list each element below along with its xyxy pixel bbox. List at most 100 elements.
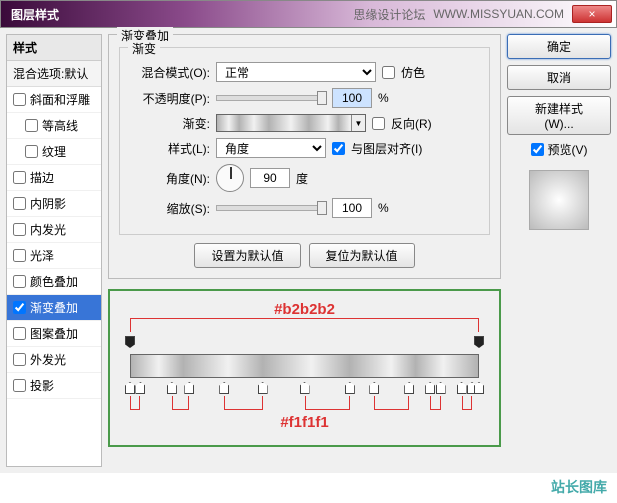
style-checkbox[interactable] xyxy=(13,93,26,106)
scale-slider[interactable] xyxy=(216,205,326,211)
scale-row: 缩放(S): % xyxy=(130,198,479,218)
style-label: 颜色叠加 xyxy=(30,273,78,290)
style-checkbox[interactable] xyxy=(13,379,26,392)
scale-label: 缩放(S): xyxy=(130,200,210,217)
angle-dial[interactable] xyxy=(216,164,244,192)
close-button[interactable]: × xyxy=(572,5,612,23)
style-item-图案叠加[interactable]: 图案叠加 xyxy=(7,321,101,347)
dither-checkbox[interactable] xyxy=(382,66,395,79)
bottom-color-label: #f1f1f1 xyxy=(124,414,485,431)
color-stop[interactable] xyxy=(369,382,379,394)
style-label: 图案叠加 xyxy=(30,325,78,342)
color-stop[interactable] xyxy=(125,382,135,394)
style-label: 内阴影 xyxy=(30,195,66,212)
style-item-颜色叠加[interactable]: 颜色叠加 xyxy=(7,269,101,295)
style-label: 投影 xyxy=(30,377,54,394)
blend-mode-select[interactable]: 正常 xyxy=(216,62,376,82)
style-checkbox[interactable] xyxy=(13,353,26,366)
style-item-外发光[interactable]: 外发光 xyxy=(7,347,101,373)
style-checkbox[interactable] xyxy=(25,145,38,158)
style-item-渐变叠加[interactable]: 渐变叠加 xyxy=(7,295,101,321)
color-stop[interactable] xyxy=(457,382,467,394)
preview-row: 预览(V) xyxy=(507,141,611,158)
styles-header[interactable]: 样式 xyxy=(7,35,101,61)
gradient-subgroup: 渐变 混合模式(O): 正常 仿色 不透明度(P): % 渐变: ▼ xyxy=(119,47,490,235)
color-stop[interactable] xyxy=(345,382,355,394)
color-stop[interactable] xyxy=(436,382,446,394)
color-stop[interactable] xyxy=(219,382,229,394)
style-item-纹理[interactable]: 纹理 xyxy=(7,139,101,165)
angle-label: 角度(N): xyxy=(130,170,210,187)
blend-options-header[interactable]: 混合选项:默认 xyxy=(7,61,101,87)
opacity-input[interactable] xyxy=(332,88,372,108)
window-title: 图层样式 xyxy=(5,6,59,23)
color-stop[interactable] xyxy=(300,382,310,394)
reverse-label: 反向(R) xyxy=(391,115,432,132)
opacity-stop[interactable] xyxy=(474,336,484,348)
gradient-picker[interactable]: ▼ xyxy=(216,114,366,132)
opacity-slider[interactable] xyxy=(216,95,326,101)
style-checkbox[interactable] xyxy=(13,275,26,288)
style-checkbox[interactable] xyxy=(13,171,26,184)
preview-checkbox[interactable] xyxy=(531,143,544,156)
align-label: 与图层对齐(I) xyxy=(351,140,422,157)
align-checkbox[interactable] xyxy=(332,142,345,155)
title-bar: 图层样式 思缘设计论坛 WWW.MISSYUAN.COM × xyxy=(0,0,617,28)
chevron-down-icon[interactable]: ▼ xyxy=(351,115,365,131)
blend-mode-row: 混合模式(O): 正常 仿色 xyxy=(130,62,479,82)
style-label: 纹理 xyxy=(42,143,66,160)
style-item-斜面和浮雕[interactable]: 斜面和浮雕 xyxy=(7,87,101,113)
color-stop[interactable] xyxy=(135,382,145,394)
style-item-等高线[interactable]: 等高线 xyxy=(7,113,101,139)
style-select[interactable]: 角度 xyxy=(216,138,326,158)
opacity-stop[interactable] xyxy=(125,336,135,348)
style-checkbox[interactable] xyxy=(13,249,26,262)
style-checkbox[interactable] xyxy=(13,301,26,314)
angle-input[interactable] xyxy=(250,168,290,188)
style-item-内发光[interactable]: 内发光 xyxy=(7,217,101,243)
right-buttons: 确定 取消 新建样式(W)... 预览(V) xyxy=(507,34,611,467)
color-stop[interactable] xyxy=(258,382,268,394)
color-stop[interactable] xyxy=(474,382,484,394)
style-item-光泽[interactable]: 光泽 xyxy=(7,243,101,269)
pct-label-2: % xyxy=(378,201,389,215)
color-stop[interactable] xyxy=(404,382,414,394)
styles-list: 样式 混合选项:默认 斜面和浮雕等高线纹理描边内阴影内发光光泽颜色叠加渐变叠加图… xyxy=(6,34,102,467)
opacity-row: 不透明度(P): % xyxy=(130,88,479,108)
preview-label: 预览(V) xyxy=(548,141,588,158)
make-default-button[interactable]: 设置为默认值 xyxy=(194,243,300,268)
color-stop[interactable] xyxy=(425,382,435,394)
style-label: 内发光 xyxy=(30,221,66,238)
angle-row: 角度(N): 度 xyxy=(130,164,479,192)
color-stop[interactable] xyxy=(167,382,177,394)
blend-mode-label: 混合模式(O): xyxy=(130,64,210,81)
style-checkbox[interactable] xyxy=(13,197,26,210)
reverse-checkbox[interactable] xyxy=(372,117,385,130)
style-checkbox[interactable] xyxy=(13,327,26,340)
style-row: 样式(L): 角度 与图层对齐(I) xyxy=(130,138,479,158)
style-item-内阴影[interactable]: 内阴影 xyxy=(7,191,101,217)
style-checkbox[interactable] xyxy=(13,223,26,236)
reset-default-button[interactable]: 复位为默认值 xyxy=(309,243,415,268)
style-label: 渐变叠加 xyxy=(30,299,78,316)
gradient-strip xyxy=(130,354,479,378)
ok-button[interactable]: 确定 xyxy=(507,34,611,59)
scale-input[interactable] xyxy=(332,198,372,218)
style-item-描边[interactable]: 描边 xyxy=(7,165,101,191)
cancel-button[interactable]: 取消 xyxy=(507,65,611,90)
style-checkbox[interactable] xyxy=(25,119,38,132)
style-item-投影[interactable]: 投影 xyxy=(7,373,101,399)
watermark-url: WWW.MISSYUAN.COM xyxy=(433,7,564,21)
gradient-row: 渐变: ▼ 反向(R) xyxy=(130,114,479,132)
gradient-label: 渐变: xyxy=(130,115,210,132)
top-color-label: #b2b2b2 xyxy=(124,301,485,318)
gradient-overlay-group: 渐变叠加 渐变 混合模式(O): 正常 仿色 不透明度(P): % 渐变: xyxy=(108,34,501,279)
style-label: 外发光 xyxy=(30,351,66,368)
new-style-button[interactable]: 新建样式(W)... xyxy=(507,96,611,135)
title-right: 思缘设计论坛 WWW.MISSYUAN.COM × xyxy=(353,5,612,23)
close-icon: × xyxy=(588,7,595,21)
style-label: 样式(L): xyxy=(130,140,210,157)
color-stop[interactable] xyxy=(184,382,194,394)
default-buttons: 设置为默认值 复位为默认值 xyxy=(119,243,490,268)
opacity-label: 不透明度(P): xyxy=(130,90,210,107)
